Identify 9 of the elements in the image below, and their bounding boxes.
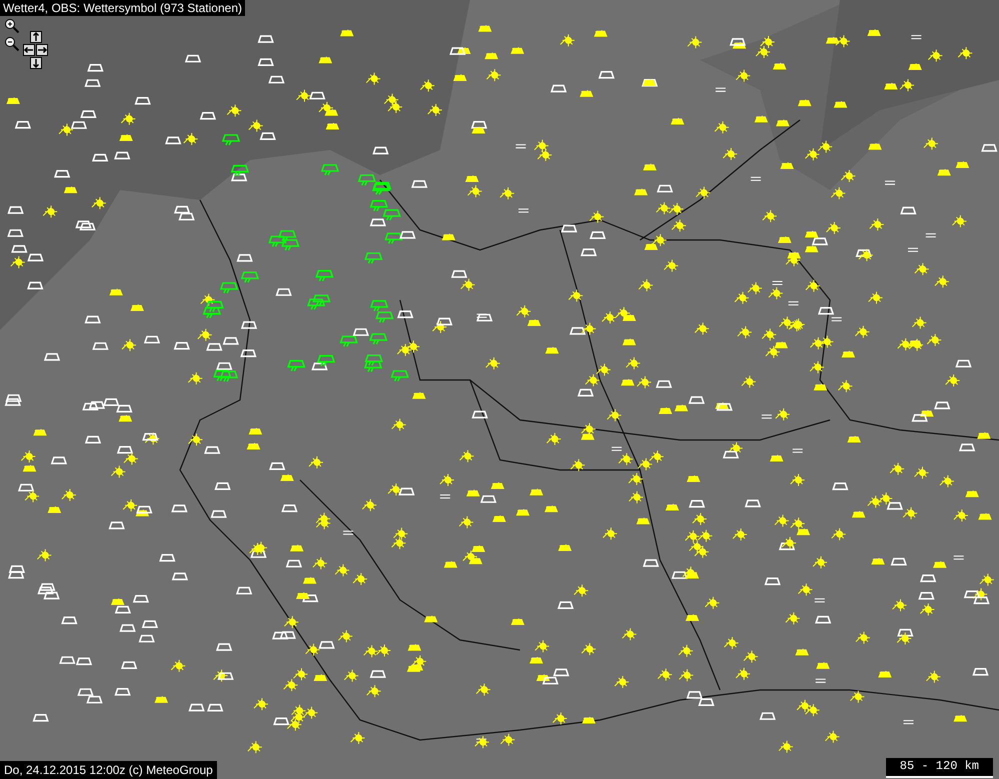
scale-bar: 85 - 120 km [886, 758, 993, 778]
zoom-in-icon[interactable] [4, 18, 20, 34]
zoom-out-icon[interactable] [4, 36, 20, 52]
arrow-left-icon[interactable] [23, 44, 35, 56]
map-title: Wetter4, OBS: Wettersymbol (973 Stationen) [0, 0, 245, 16]
timestamp-label: Do, 24.12.2015 12:00z (c) MeteoGroup [0, 761, 217, 779]
arrow-right-icon[interactable] [36, 44, 48, 56]
arrow-up-icon[interactable] [30, 31, 42, 43]
arrow-down-icon[interactable] [30, 57, 42, 69]
